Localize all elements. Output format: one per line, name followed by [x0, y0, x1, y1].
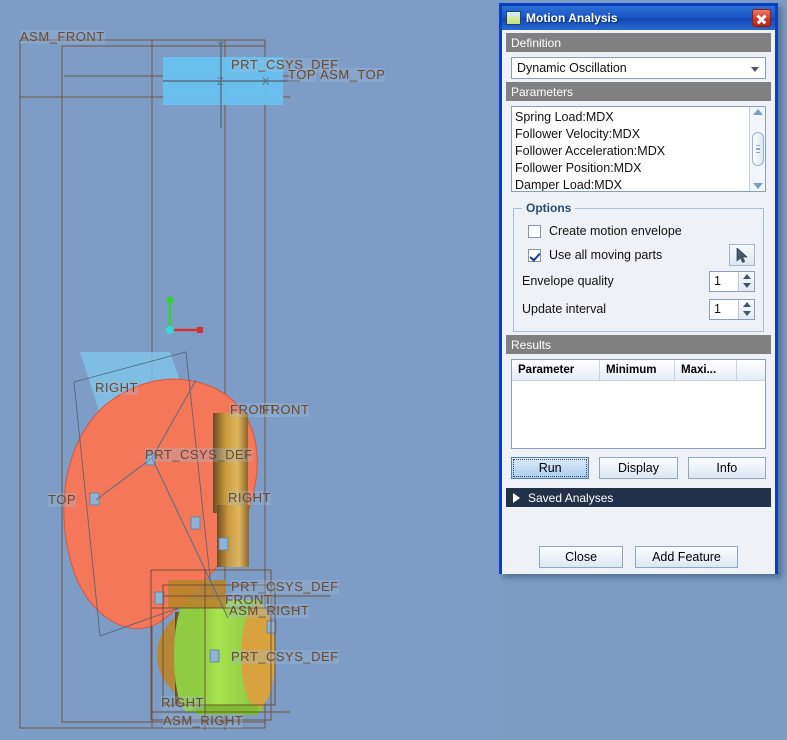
coordinate-triad — [166, 297, 203, 334]
svg-text:Z: Z — [217, 76, 224, 88]
envelope-quality-row[interactable]: Envelope quality — [522, 267, 755, 295]
update-interval-spin-buttons[interactable] — [738, 299, 754, 319]
envelope-quality-label: Envelope quality — [522, 274, 614, 288]
scroll-up-icon[interactable] — [752, 109, 763, 115]
add-feature-button[interactable]: Add Feature — [635, 546, 738, 568]
update-interval-stepper[interactable] — [709, 298, 755, 320]
results-table-header: Parameter Minimum Maxi... — [512, 360, 765, 381]
cad-label[interactable]: ASM_FRONT — [20, 30, 105, 44]
options-legend: Options — [526, 201, 572, 215]
cad-label[interactable]: TOP — [288, 68, 316, 82]
parameter-list-item[interactable]: Follower Velocity:MDX — [515, 126, 749, 143]
saved-analyses-section[interactable]: Saved Analyses — [506, 488, 771, 507]
parameters-listbox[interactable]: Spring Load:MDX Follower Velocity:MDX Foll… — [511, 106, 766, 192]
spinner-up-icon[interactable] — [742, 273, 751, 279]
chevron-down-icon — [751, 67, 759, 72]
svg-text:Y: Y — [217, 40, 225, 52]
motion-analysis-dialog[interactable]: Motion Analysis Definition Dynamic Oscil… — [499, 3, 778, 574]
triangle-right-icon — [513, 492, 520, 503]
results-column-maximum[interactable]: Maxi... — [675, 360, 737, 381]
cad-viewport[interactable]: Y Z X ASM_FRONT PRT_CSYS_DEF TOP ASM_TOP RIG… — [0, 0, 500, 740]
create-motion-envelope-checkbox[interactable] — [528, 224, 541, 238]
create-motion-envelope-label: Create motion envelope — [549, 224, 682, 238]
create-motion-envelope-row[interactable]: Create motion envelope — [522, 219, 755, 243]
cad-label[interactable]: RIGHT — [228, 491, 271, 505]
cad-label[interactable]: FRONT — [262, 403, 310, 417]
dialog-title: Motion Analysis — [526, 11, 618, 25]
update-interval-input[interactable] — [710, 299, 738, 319]
close-icon[interactable] — [752, 9, 771, 27]
results-column-extra[interactable] — [737, 360, 765, 381]
use-all-moving-parts-row[interactable]: Use all moving parts — [522, 243, 755, 267]
window-document-icon — [506, 11, 521, 25]
parameters-scrollbar[interactable] — [749, 107, 765, 191]
parameter-list-item[interactable]: Follower Acceleration:MDX — [515, 143, 749, 160]
envelope-quality-input[interactable] — [710, 271, 738, 291]
options-group: Options Create motion envelope Use all m… — [513, 201, 764, 332]
cursor-arrow-icon[interactable] — [729, 244, 755, 266]
definition-selected-value: Dynamic Oscillation — [517, 61, 627, 75]
spinner-down-icon[interactable] — [742, 283, 751, 289]
parameter-list-item[interactable]: Spring Load:MDX — [515, 109, 749, 126]
cad-model-graphics: Y Z X — [19, 39, 330, 730]
display-button[interactable]: Display — [599, 457, 678, 479]
update-interval-label: Update interval — [522, 302, 607, 316]
cad-label[interactable]: TOP — [48, 493, 76, 507]
saved-analyses-label: Saved Analyses — [528, 490, 614, 505]
results-column-parameter[interactable]: Parameter — [512, 360, 600, 381]
dialog-footer: Close Add Feature — [502, 546, 775, 568]
results-section-header: Results — [506, 335, 771, 354]
dialog-body: Definition Dynamic Oscillation Parameter… — [502, 33, 775, 574]
cad-label[interactable]: PRT_CSYS_DEF — [145, 448, 253, 462]
results-table[interactable]: Parameter Minimum Maxi... — [511, 359, 766, 449]
cad-label[interactable]: ASM_TOP — [320, 68, 386, 82]
parameters-list[interactable]: Spring Load:MDX Follower Velocity:MDX Foll… — [512, 107, 749, 191]
results-column-minimum[interactable]: Minimum — [600, 360, 675, 381]
cad-label[interactable]: ASM_RIGHT — [163, 714, 244, 728]
parameter-list-item[interactable]: Damper Load:MDX — [515, 177, 749, 191]
cad-label[interactable]: ASM_RIGHT — [229, 604, 310, 618]
svg-text:X: X — [262, 76, 270, 88]
cad-label[interactable]: RIGHT — [95, 381, 138, 395]
use-all-moving-parts-label: Use all moving parts — [549, 248, 663, 262]
parameter-list-item[interactable]: Follower Position:MDX — [515, 160, 749, 177]
scrollbar-thumb[interactable] — [751, 132, 764, 166]
envelope-quality-stepper[interactable] — [709, 270, 755, 292]
dialog-titlebar[interactable]: Motion Analysis — [502, 6, 775, 30]
parameters-section-header: Parameters — [506, 82, 771, 101]
run-button[interactable]: Run — [511, 457, 590, 479]
cad-label[interactable]: PRT_CSYS_DEF — [231, 650, 339, 664]
definition-section-header: Definition — [506, 33, 771, 52]
update-interval-row[interactable]: Update interval — [522, 295, 755, 323]
definition-type-dropdown[interactable]: Dynamic Oscillation — [511, 57, 766, 79]
envelope-quality-spin-buttons[interactable] — [738, 271, 754, 291]
info-button[interactable]: Info — [687, 457, 766, 479]
spinner-down-icon[interactable] — [742, 311, 751, 317]
use-all-moving-parts-checkbox[interactable] — [528, 248, 541, 262]
close-button[interactable]: Close — [539, 546, 624, 568]
application-window: Y Z X ASM_FRONT PRT_CSYS_DEF TOP ASM_TOP RIG… — [0, 0, 787, 740]
scroll-down-icon[interactable] — [752, 183, 763, 189]
action-button-row: Run Display Info — [511, 457, 766, 479]
spinner-up-icon[interactable] — [742, 301, 751, 307]
cad-label[interactable]: RIGHT — [161, 696, 204, 710]
